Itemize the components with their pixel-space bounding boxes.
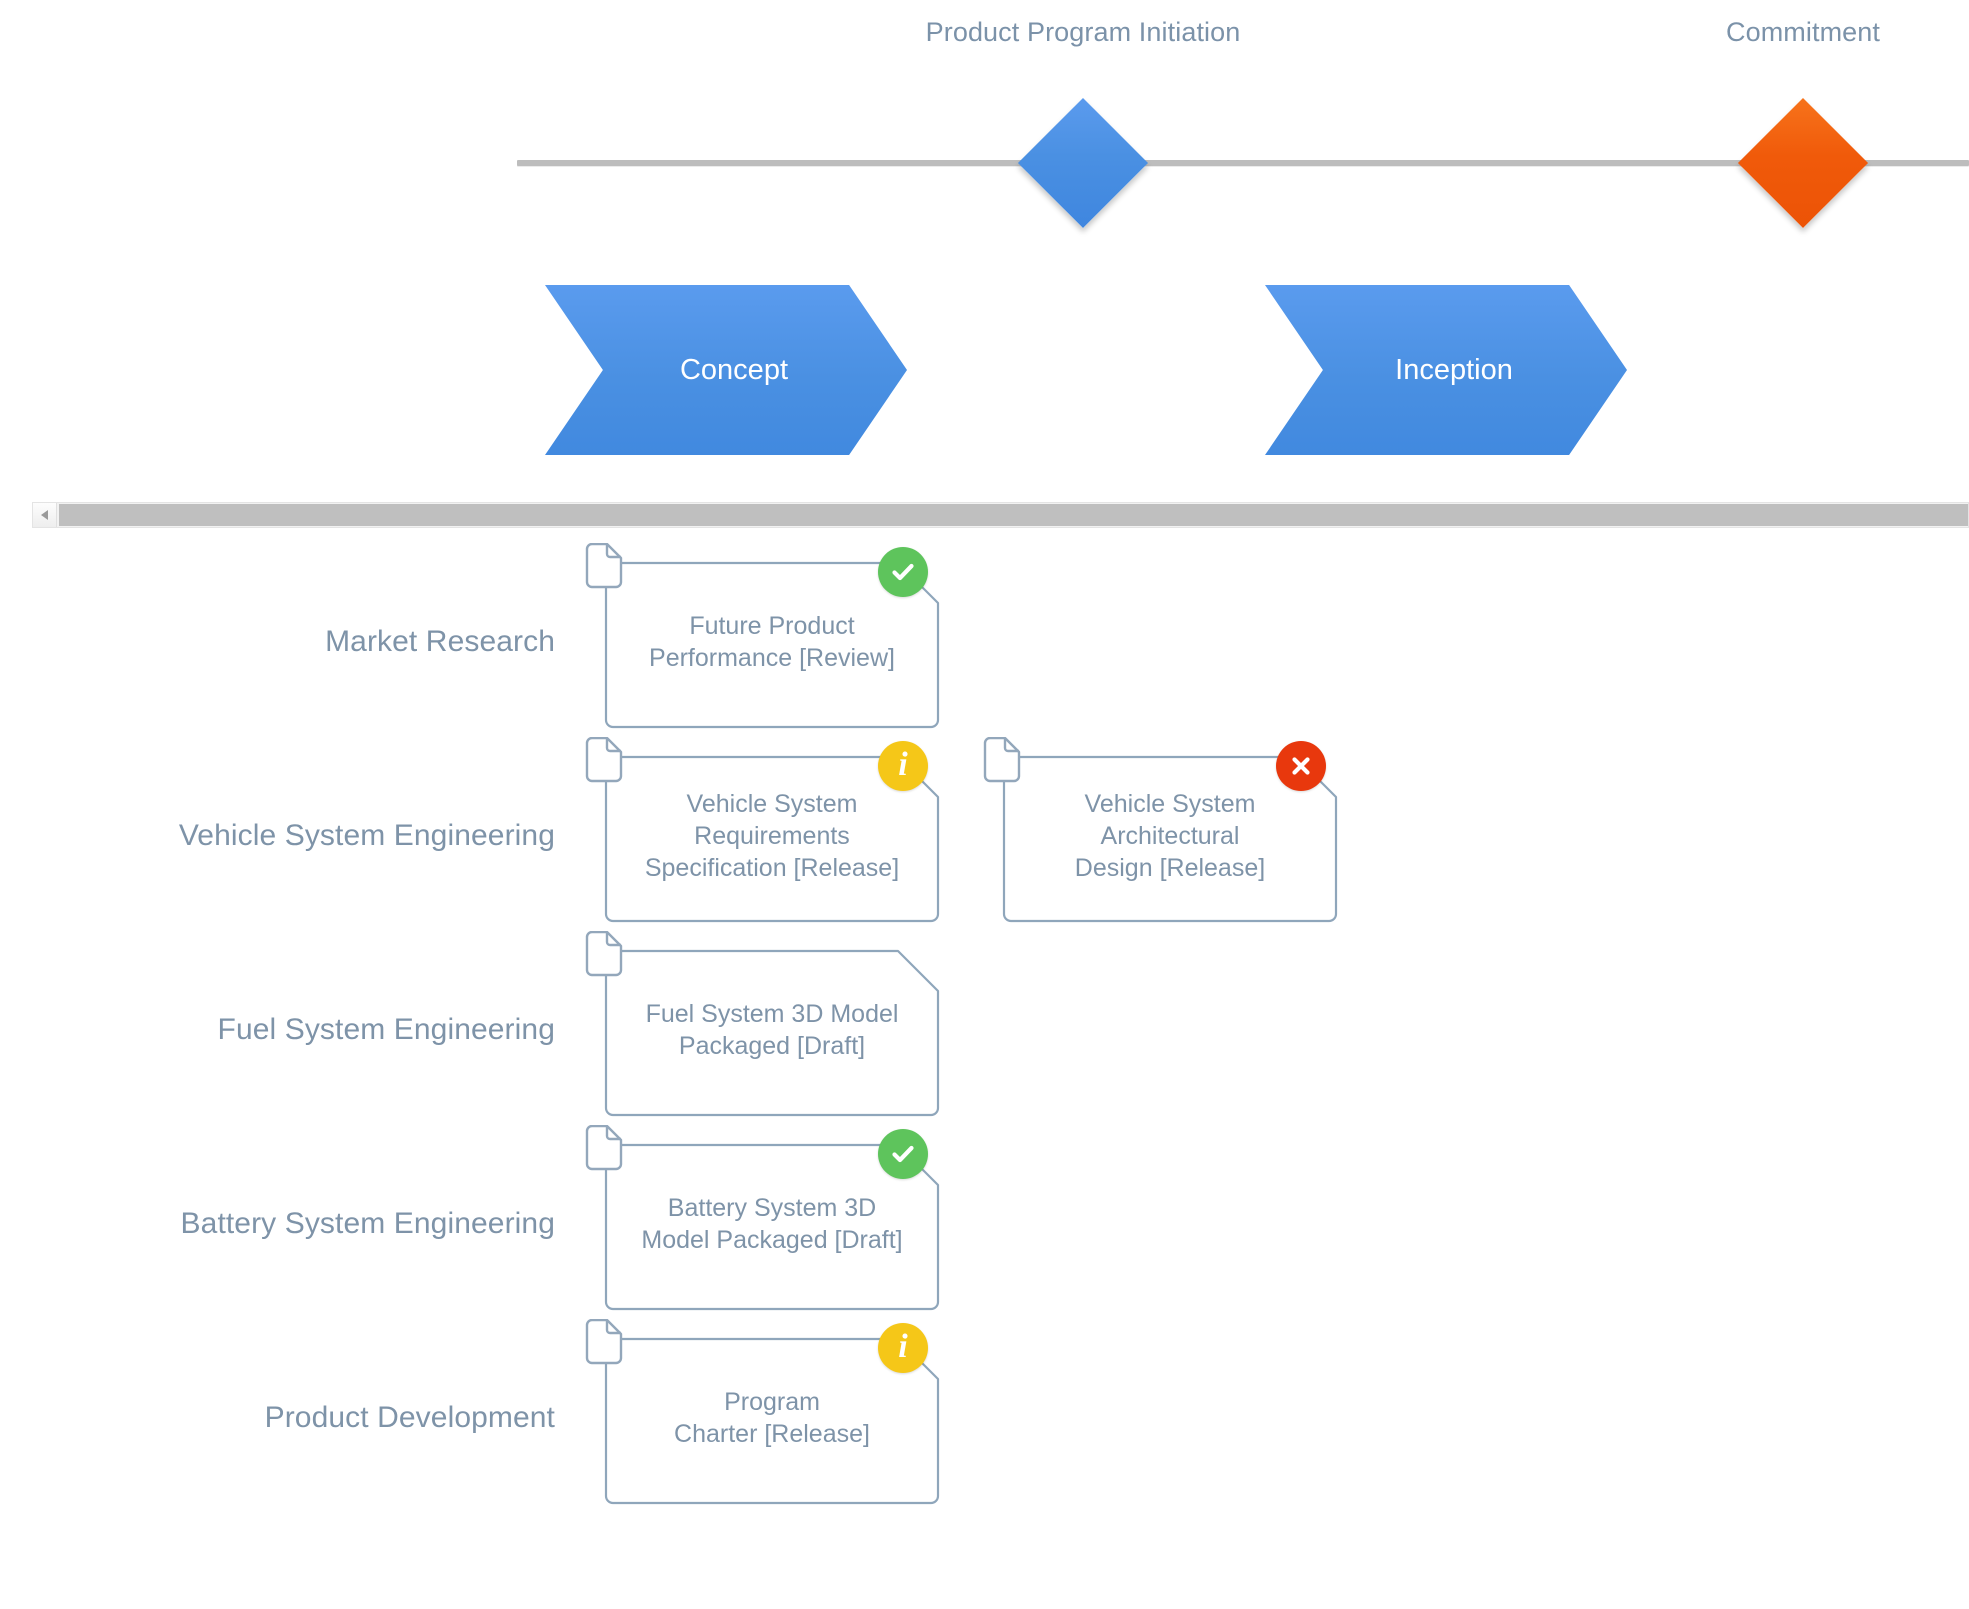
deliverable-card-fuel-system-3d-model-packaged[interactable]: Fuel System 3D Model Packaged [Draft]	[585, 930, 942, 1117]
card-text-line: Packaged [Draft]	[678, 1032, 866, 1060]
swimlane-container: Market Research Future Product Performance…	[0, 542, 1969, 1609]
info-circle-icon[interactable]: i	[878, 741, 928, 791]
card-text-line: Specification [Release]	[644, 854, 900, 882]
milestone-label: Commitment	[1725, 17, 1881, 47]
card-text-line: Fuel System 3D Model	[645, 1000, 899, 1028]
diamond-icon	[1737, 97, 1869, 229]
card-text-line: Program	[724, 1388, 820, 1416]
card-text-line: Model Packaged [Draft]	[641, 1226, 903, 1254]
error-circle-icon[interactable]	[1276, 741, 1326, 791]
swimlane-label: Fuel System Engineering	[217, 1013, 555, 1046]
document-icon	[584, 930, 624, 981]
card-text-line: Future Product	[689, 612, 855, 640]
document-icon	[584, 736, 624, 787]
diamond-icon	[1017, 97, 1149, 229]
swimlane-label: Battery System Engineering	[180, 1207, 555, 1240]
deliverable-card-future-product-performance[interactable]: Future Product Performance [Review]	[585, 542, 942, 729]
document-icon	[584, 542, 624, 593]
swimlane-market-research: Market Research Future Product Performance…	[0, 542, 1969, 739]
card-text-line: Requirements	[694, 822, 850, 850]
scroll-left-button[interactable]	[33, 503, 57, 527]
phase-label: Concept	[679, 353, 788, 386]
document-icon	[584, 1318, 624, 1369]
card-text-line: Vehicle System	[1084, 790, 1256, 818]
horizontal-scrollbar[interactable]	[32, 502, 1969, 528]
triangle-left-icon	[41, 510, 48, 520]
check-circle-icon[interactable]	[878, 1129, 928, 1179]
card-text-line: Battery System 3D	[667, 1194, 877, 1222]
card-text: Fuel System 3D Model Packaged [Draft]	[602, 947, 942, 1113]
swimlane-product-development: Product Development Program Charter [Relea…	[0, 1318, 1969, 1515]
swimlane-battery-system-engineering: Battery System Engineering Battery System…	[0, 1124, 1969, 1321]
card-text-line: Performance [Review]	[649, 644, 895, 672]
card-text-line: Architectural	[1100, 822, 1240, 850]
deliverable-card-vehicle-system-architectural-design[interactable]: Vehicle System Architectural Design [Relea…	[983, 736, 1340, 923]
phase-chevron-inception[interactable]: Inception	[1265, 285, 1627, 455]
deliverable-card-battery-system-3d-model-packaged[interactable]: Battery System 3D Model Packaged [Draft]	[585, 1124, 942, 1311]
deliverable-card-vehicle-system-requirements-specification[interactable]: Vehicle System Requirements Specification …	[585, 736, 942, 923]
swimlane-vehicle-system-engineering: Vehicle System Engineering Vehicle System…	[0, 736, 1969, 933]
document-icon	[982, 736, 1022, 787]
info-glyph: i	[898, 1328, 908, 1365]
phase-chevron-concept[interactable]: Concept	[545, 285, 907, 455]
swimlane-fuel-system-engineering: Fuel System Engineering Fuel System 3D Mo…	[0, 930, 1969, 1127]
phase-label: Inception	[1395, 353, 1513, 386]
swimlane-label: Market Research	[325, 625, 555, 658]
scrollbar-thumb[interactable]	[59, 504, 1968, 526]
info-circle-icon[interactable]: i	[878, 1323, 928, 1373]
card-text-line: Design [Release]	[1074, 854, 1266, 882]
roadmap-canvas: Product Program Initiation Commitment Co…	[0, 0, 1969, 1609]
swimlane-label: Vehicle System Engineering	[178, 819, 555, 852]
deliverable-card-program-charter[interactable]: Program Charter [Release] i	[585, 1318, 942, 1505]
info-glyph: i	[898, 746, 908, 783]
document-icon	[584, 1124, 624, 1175]
milestone-label: Product Program Initiation	[925, 17, 1241, 47]
card-text-line: Charter [Release]	[674, 1420, 870, 1448]
card-text-line: Vehicle System	[686, 790, 858, 818]
timeline-band: Product Program Initiation Commitment Co…	[0, 0, 1969, 500]
swimlane-label: Product Development	[264, 1401, 555, 1434]
check-circle-icon[interactable]	[878, 547, 928, 597]
